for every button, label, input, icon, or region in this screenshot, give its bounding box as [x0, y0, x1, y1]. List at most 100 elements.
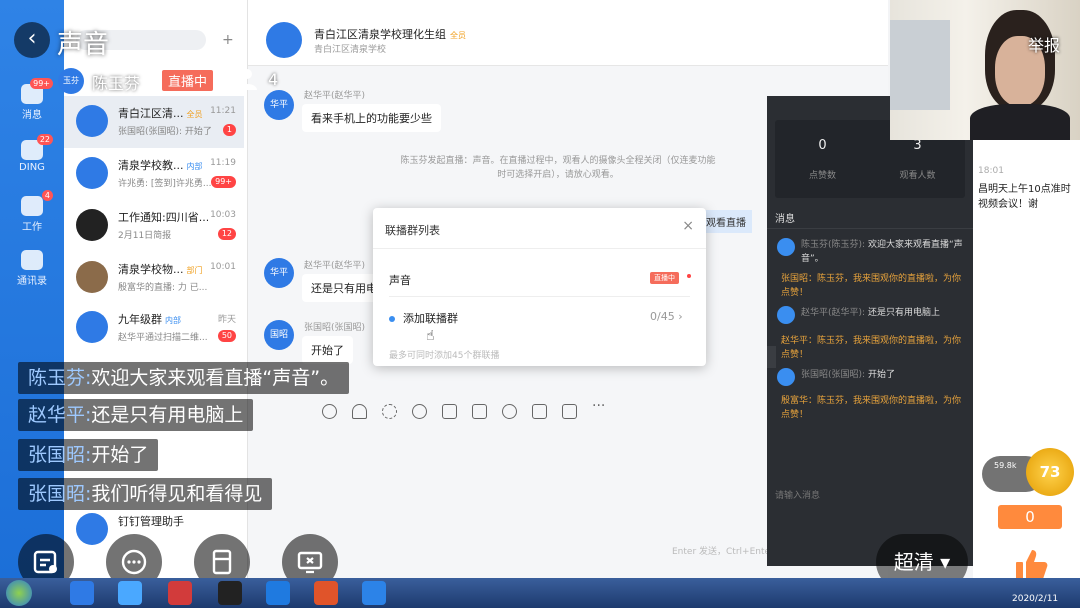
dialog-title: 联播群列表 [385, 224, 440, 237]
status-badge: 直播中 [650, 272, 679, 284]
conversation-preview: 2月11日简报 [118, 231, 172, 241]
conversation-title: 九年级群 [118, 313, 162, 326]
gift-level-badge[interactable]: 73 [1026, 448, 1074, 496]
message-text: 昌明天上午10点准时视频会议！谢 [978, 184, 1071, 210]
sidebar-item-label: 工作 [22, 222, 42, 233]
avatar [76, 157, 108, 189]
powerpoint-icon[interactable] [314, 581, 338, 605]
dingtalk-icon[interactable] [266, 581, 290, 605]
conversation-title: 工作通知:四川省... [118, 211, 208, 224]
gift-value: 59.8k [994, 461, 1017, 470]
viewers-value: 3 [913, 138, 922, 153]
camera-background [890, 20, 950, 110]
like-count: 0 [998, 505, 1062, 529]
document-icon [212, 549, 232, 575]
sogou-icon[interactable] [70, 581, 94, 605]
more-icon[interactable]: ··· [592, 398, 605, 414]
group-tag: 全员 [450, 31, 466, 40]
page-title: 声音 [57, 30, 110, 60]
sidebar-item-ding[interactable]: 22 DING [8, 134, 56, 173]
message-text: 开始了 [867, 370, 895, 380]
add-icon[interactable]: + [222, 32, 234, 48]
avatar: 华平 [264, 90, 294, 120]
checklist-icon [33, 550, 57, 574]
message-sender: 赵华平(赵华平) [304, 261, 366, 271]
mail-icon[interactable] [562, 404, 577, 419]
comment-item: 陈玉芬:欢迎大家来观看直播“声音”。 [18, 362, 350, 394]
screen-share-icon [297, 551, 323, 574]
message-sender: 陈玉芬(陈玉芬): [801, 240, 866, 250]
browser-icon[interactable] [118, 581, 142, 605]
list-item[interactable]: 清泉学校教... 内部 许兆勇: [签到]许兆勇... 11:19 99+ [64, 148, 244, 200]
panel-collapse-handle[interactable] [767, 346, 776, 368]
avatar [76, 209, 108, 241]
conversation-time: 10:01 [210, 262, 236, 272]
scissors-icon[interactable] [382, 404, 397, 419]
conversation-title: 清泉学校教... [118, 159, 184, 172]
message-sender: 张国昭(张国昭) [304, 323, 366, 333]
start-button[interactable] [6, 580, 32, 606]
comment-item: 张国昭:我们听得见和看得见 [18, 478, 273, 510]
sidebar-item-label: DING [19, 162, 45, 173]
conversation-tag: 部门 [186, 266, 203, 275]
sidebar-item-label: 消息 [22, 110, 42, 121]
list-item[interactable]: 青白江区清... 全员 张国昭(张国昭): 开始了 11:21 1 [64, 96, 244, 148]
sidebar-item-label: 通讯录 [17, 276, 47, 287]
thumb-icon[interactable] [352, 404, 367, 419]
app-icon[interactable] [168, 581, 192, 605]
chevron-left-icon: ‹ [27, 26, 37, 51]
add-broadcast-group-button[interactable]: 添加联播群 [389, 310, 458, 326]
count-value: 0/45 [650, 310, 675, 323]
report-button[interactable]: 举报 [1028, 32, 1060, 56]
comment-text: 我们听得见和看得见 [91, 483, 263, 505]
back-button[interactable]: ‹ [14, 22, 50, 58]
like-notice: 殷富华：陈玉芬，我来围观你的直播啦，为你点赞！ [781, 396, 962, 420]
divider [373, 248, 706, 249]
avatar[interactable]: 玉芬 [58, 68, 84, 94]
list-item[interactable]: 工作通知:四川省... 2月11日简报 10:03 12 [64, 200, 244, 252]
comment-text: 还是只有用电脑上 [91, 404, 244, 426]
contacts-icon [21, 250, 43, 270]
quality-label: 超清 [893, 550, 934, 574]
comment-item: 张国昭:开始了 [18, 439, 159, 471]
comment-text: 开始了 [91, 444, 149, 466]
gift-level: 73 [1039, 463, 1061, 481]
divider [767, 228, 973, 229]
group-count: 0/45 › [650, 310, 683, 323]
unread-badge: 50 [217, 330, 236, 342]
live-app-icon[interactable] [362, 581, 386, 605]
chat-bubble-icon [121, 549, 147, 575]
list-item[interactable]: 清泉学校物... 部门 殷富华的直播: 力 已... 10:01 [64, 252, 244, 304]
mention-icon[interactable] [412, 404, 427, 419]
sidebar-item-messages[interactable]: 99+ 消息 [8, 78, 56, 121]
system-message: 陈玉芬发起直播：声音。在直播过程中，观看人的摄像头全程关闭（仅连麦功能时可选择开… [400, 156, 716, 180]
dialog-live-row[interactable]: 声音 [389, 272, 411, 288]
avatar [76, 261, 108, 293]
qq-icon[interactable] [218, 581, 242, 605]
conversation-tag: 全员 [186, 110, 203, 119]
conversation-tag: 内部 [165, 316, 181, 325]
folder-icon[interactable] [442, 404, 457, 419]
avatar [777, 306, 795, 324]
message-sender: 赵华平(赵华平): [801, 308, 866, 318]
avatar: 华平 [264, 258, 294, 288]
camera-person-body [970, 104, 1070, 140]
close-icon[interactable]: × [682, 218, 694, 234]
emoji-icon[interactable] [322, 404, 337, 419]
panel-message-input[interactable]: 请输入消息 [775, 488, 820, 501]
sidebar-item-work[interactable]: 4 工作 [8, 190, 56, 233]
list-item[interactable]: 九年级群 内部 赵华平通过扫描二维... 昨天 50 [64, 302, 244, 354]
avatar [777, 238, 795, 256]
like-notice: 赵华平：陈玉芬，我来围观你的直播啦，为你点赞！ [781, 336, 962, 360]
grid-icon: 4 [21, 190, 53, 216]
message-sender: 张国昭(张国昭): [801, 370, 866, 380]
live-icon[interactable] [532, 404, 547, 419]
avatar [76, 105, 108, 137]
live-notice-strip[interactable]: 观看直播 [700, 210, 752, 233]
group-subtitle: 青白江区清泉学校 [314, 45, 387, 55]
phone-icon[interactable] [502, 404, 517, 419]
conversation-time: 11:19 [210, 158, 236, 168]
video-icon[interactable] [472, 404, 487, 419]
sidebar-item-contacts[interactable]: 通讯录 [8, 250, 56, 287]
conversation-time: 11:21 [210, 106, 236, 116]
